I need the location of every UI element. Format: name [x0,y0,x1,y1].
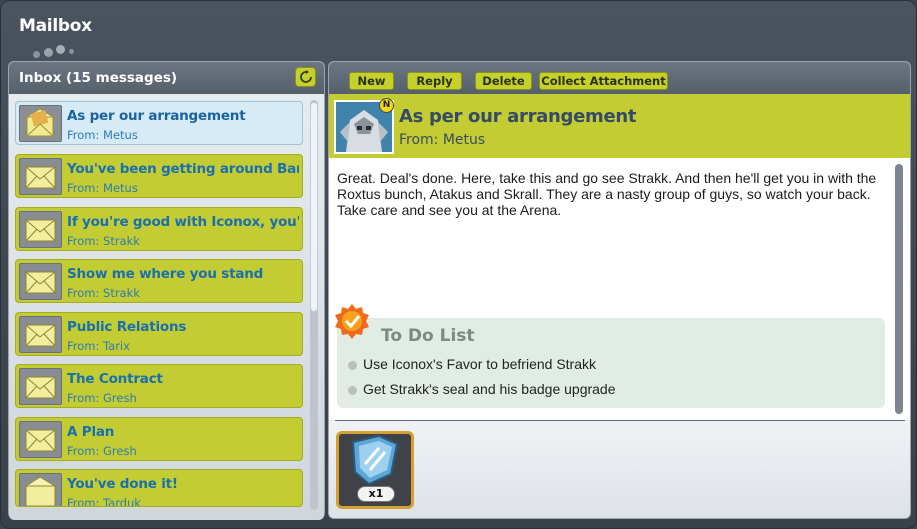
message-detail-panel: New Reply Delete Collect Attachment N As… [328,61,911,519]
message-item[interactable]: You've been getting around Bara M From: … [15,154,303,198]
message-subject: Show me where you stand [67,266,264,282]
message-item[interactable]: You've done it! From: Tarduk [15,469,303,507]
window-title: Mailbox [19,16,92,36]
message-header: N As per our arrangement From: Metus [329,94,910,158]
inbox-header: Inbox (15 messages) [9,62,324,94]
checkmark-seal-icon [333,303,371,341]
inbox-title: Inbox (15 messages) [19,70,178,86]
toolbar: New Reply Delete Collect Attachment [329,62,910,94]
message-sender: From: Metus [67,128,138,142]
badge-shield-icon [351,434,399,486]
message-sender: From: Metus [67,181,138,195]
message-body-text: Great. Deal's done. Here, take this and … [337,170,877,218]
todo-item: Get Strakk's seal and his badge upgrade [363,381,616,397]
new-badge-icon: N [379,98,394,113]
message-sender: From: Gresh [67,444,137,458]
inbox-scroll-thumb[interactable] [310,102,318,312]
message-sender: From: Strakk [67,286,140,300]
refresh-icon [299,70,312,83]
message-sender: From: Strakk [67,234,140,248]
message-list[interactable]: As per our arrangement From: Metus You'v… [9,94,324,520]
message-item[interactable]: The Contract From: Gresh [15,364,303,408]
message-subject: The Contract [67,371,163,387]
delete-button[interactable]: Delete [475,72,532,90]
message-subject: You've been getting around Bara M [67,161,299,177]
bullet-icon [348,386,357,395]
message-item[interactable]: Show me where you stand From: Strakk [15,259,303,303]
message-item[interactable]: As per our arrangement From: Metus [15,101,303,145]
todo-item: Use Iconox's Favor to befriend Strakk [363,356,596,372]
message-from: From: Metus [399,132,486,148]
mailbox-window: Mailbox Inbox (15 messages) As per our a… [0,0,917,529]
message-subject: A Plan [67,424,115,440]
inbox-scrollbar[interactable] [310,100,318,510]
message-subject: Public Relations [67,319,187,335]
message-body: Great. Deal's done. Here, take this and … [329,158,910,420]
reply-button[interactable]: Reply [407,72,462,90]
envelope-icon [19,263,62,300]
message-title: As per our arrangement [399,106,637,127]
todo-title: To Do List [381,326,475,346]
envelope-icon [19,316,62,353]
body-scrollbar[interactable] [895,164,903,414]
attachment-area: x1 [329,421,910,518]
envelope-icon [19,421,62,458]
refresh-button[interactable] [295,67,316,87]
collect-attachment-button[interactable]: Collect Attachment [539,72,668,90]
inbox-panel: Inbox (15 messages) As per our arrangeme… [8,61,325,520]
open-envelope-icon [19,473,62,506]
message-item[interactable]: If you're good with Iconox, you're g Fro… [15,207,303,251]
envelope-icon [19,158,62,195]
message-sender: From: Tarduk [67,496,141,507]
message-subject: You've done it! [67,476,178,492]
open-envelope-icon [19,105,62,142]
message-sender: From: Tarix [67,339,130,353]
message-item[interactable]: A Plan From: Gresh [15,417,303,461]
attachment-item[interactable]: x1 [336,431,414,509]
decorative-dots [31,45,91,59]
message-subject: As per our arrangement [67,108,246,124]
todo-list: To Do List Use Iconox's Favor to befrien… [337,318,885,408]
message-subject: If you're good with Iconox, you're g [67,214,299,230]
message-item[interactable]: Public Relations From: Tarix [15,312,303,356]
message-sender: From: Gresh [67,391,137,405]
envelope-icon [19,211,62,248]
new-button[interactable]: New [349,72,394,90]
attachment-quantity: x1 [357,486,395,502]
envelope-icon [19,368,62,405]
bullet-icon [348,361,357,370]
